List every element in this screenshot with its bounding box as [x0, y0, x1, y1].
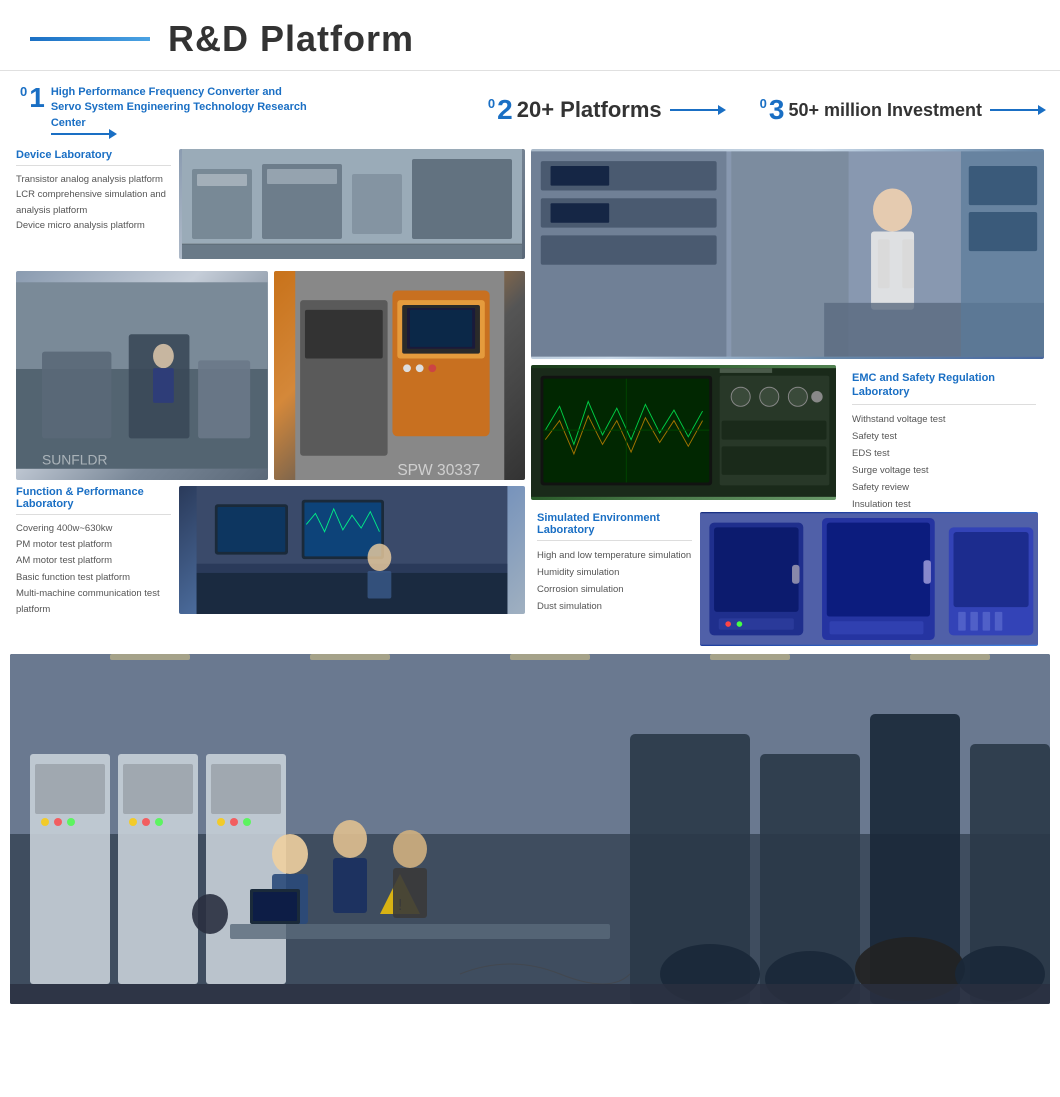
emc-title: EMC and Safety Regulation Laboratory	[852, 371, 1036, 405]
factory-photo-orange: SPW 30337	[274, 271, 526, 480]
function-lab-photo	[179, 486, 525, 614]
device-lab-item-1: Transistor analog analysis platform	[16, 172, 171, 187]
device-lab-item-3: Device micro analysis platform	[16, 218, 171, 233]
section2-text: 20+ Platforms	[517, 97, 662, 123]
device-lab-section: Device Laboratory Transistor analog anal…	[10, 143, 525, 265]
emc-item-5: Safety review	[852, 479, 1036, 496]
function-lab-item-1: Covering 400w~630kw	[16, 521, 171, 537]
function-lab-title: Function & Performance Laboratory	[16, 486, 171, 515]
function-lab-text: Function & Performance Laboratory Coveri…	[16, 486, 171, 614]
device-lab-photo	[179, 149, 525, 259]
right-top-photos: EMC and Safety Regulation Laboratory Wit…	[525, 143, 1050, 646]
bottom-lab-photo: !	[10, 654, 1050, 1004]
left-column: Device Laboratory Transistor analog anal…	[10, 143, 525, 646]
section-label-1: 0 1 High Performance Frequency Converter…	[20, 85, 428, 135]
section1-text: High Performance Frequency Converter and…	[51, 85, 311, 131]
section-label-2: 0 2 20+ Platforms	[488, 97, 720, 123]
function-lab-item-5: Multi-machine communication test platfor…	[16, 586, 171, 618]
section-label-3: 0 3 50+ million Investment	[760, 97, 1040, 122]
sim-env-item-3: Corrosion simulation	[537, 581, 692, 598]
device-lab-title: Device Laboratory	[16, 149, 171, 166]
page-header: R&D Platform	[0, 0, 1060, 71]
function-lab-item-2: PM motor test platform	[16, 537, 171, 553]
main-content: Device Laboratory Transistor analog anal…	[0, 143, 1060, 646]
right-column: EMC and Safety Regulation Laboratory Wit…	[525, 143, 1050, 646]
sim-env-item-4: Dust simulation	[537, 598, 692, 615]
emc-panel: EMC and Safety Regulation Laboratory Wit…	[844, 365, 1044, 500]
sim-env-photo	[700, 512, 1038, 646]
emc-item-2: Safety test	[852, 428, 1036, 445]
sim-env-item-2: Humidity simulation	[537, 564, 692, 581]
svg-text:SUNFLDR: SUNFLDR	[42, 452, 107, 468]
device-lab-item-2: LCR comprehensive simulation and analysi…	[16, 187, 171, 217]
sim-env-section: Simulated Environment Laboratory High an…	[531, 506, 1044, 646]
emc-item-3: EDS test	[852, 445, 1036, 462]
emc-row: EMC and Safety Regulation Laboratory Wit…	[531, 365, 1044, 500]
two-photos-row: SUNFLDR	[10, 265, 525, 480]
factory-photo-1: SUNFLDR	[16, 271, 268, 480]
function-lab-section: Function & Performance Laboratory Coveri…	[10, 480, 525, 620]
sim-env-text: Simulated Environment Laboratory High an…	[537, 512, 692, 646]
sim-env-item-1: High and low temperature simulation	[537, 547, 692, 564]
oscilloscope-photo	[531, 365, 836, 500]
section3-text: 50+ million Investment	[788, 100, 982, 121]
emc-item-1: Withstand voltage test	[852, 411, 1036, 428]
device-lab-text: Device Laboratory Transistor analog anal…	[16, 149, 171, 259]
sim-env-title: Simulated Environment Laboratory	[537, 512, 692, 541]
emc-item-4: Surge voltage test	[852, 462, 1036, 479]
page-title: R&D Platform	[168, 18, 414, 60]
header-accent-line	[30, 37, 150, 41]
svg-text:SPW 30337: SPW 30337	[397, 462, 480, 479]
function-lab-item-3: AM motor test platform	[16, 553, 171, 569]
section-labels-row: 0 1 High Performance Frequency Converter…	[0, 71, 1060, 143]
lab-woman-photo	[531, 149, 1044, 359]
function-lab-item-4: Basic function test platform	[16, 570, 171, 586]
